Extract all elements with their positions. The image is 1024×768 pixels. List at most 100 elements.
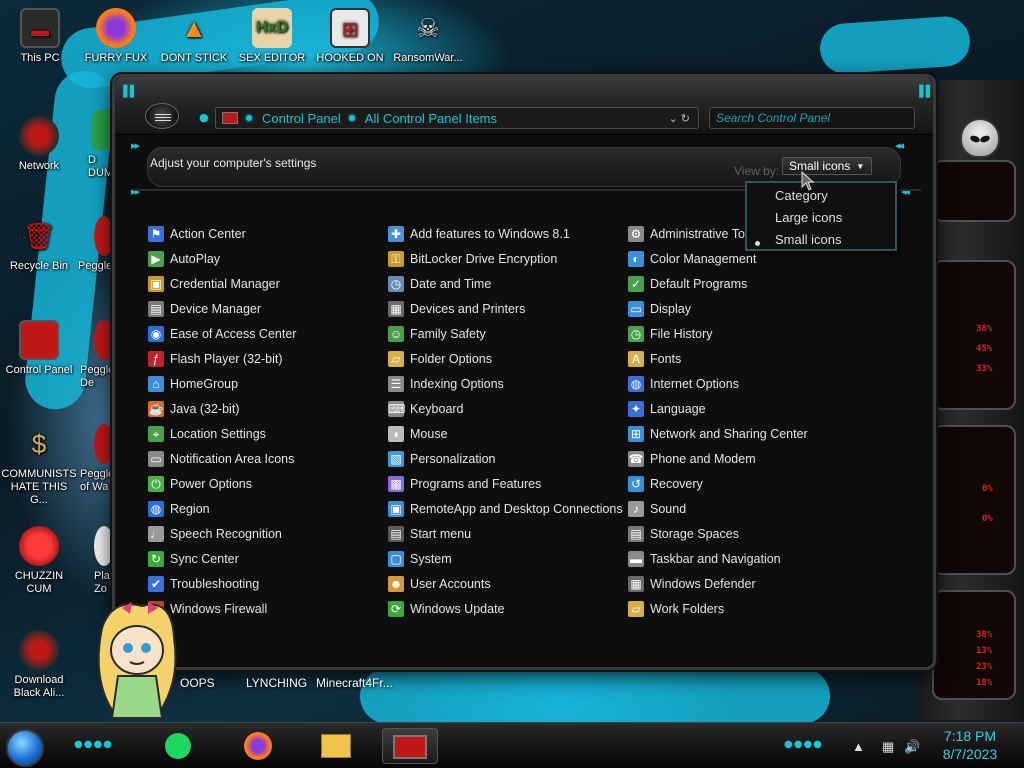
- show-hidden-icons-icon[interactable]: ▲: [852, 739, 865, 754]
- cp-item-sound[interactable]: ♪ Sound: [628, 499, 686, 519]
- breadcrumb-control-panel[interactable]: Control Panel: [262, 111, 341, 126]
- taskbar-app-firefox[interactable]: [238, 728, 278, 764]
- desktop-icon-download-black-alien[interactable]: Download Black Ali...: [1, 630, 77, 700]
- cp-item-recovery[interactable]: ↺ Recovery: [628, 474, 703, 494]
- desktop-icon-this-pc[interactable]: ▬ This PC: [2, 8, 78, 65]
- breadcrumb-all-items[interactable]: All Control Panel Items: [365, 111, 497, 126]
- desktop-icon-label[interactable]: LYNCHING: [246, 676, 307, 690]
- desktop-icon-hooked-on[interactable]: ⊞ HOOKED ON: [312, 8, 388, 65]
- start-button[interactable]: [6, 729, 44, 767]
- cp-item-default-programs[interactable]: ✓ Default Programs: [628, 274, 747, 294]
- cp-item-credential-manager[interactable]: ▣ Credential Manager: [148, 274, 280, 294]
- desktop-icon-furry-fux[interactable]: FURRY FUX: [78, 8, 154, 65]
- taskbar-clock[interactable]: 7:18 PM 8/7/2023: [930, 727, 1010, 763]
- cp-item-file-history[interactable]: ◷ File History: [628, 324, 713, 344]
- cp-item-taskbar-and-navigation[interactable]: ▬ Taskbar and Navigation: [628, 549, 781, 569]
- bitlocker-icon: ⚿: [388, 251, 404, 267]
- desktop-icon-dont-stick[interactable]: ▲ DONT STICK: [156, 8, 232, 65]
- cp-item-mouse[interactable]: ◖ Mouse: [388, 424, 448, 444]
- search-input[interactable]: [709, 107, 915, 129]
- cp-item-system[interactable]: ▢ System: [388, 549, 452, 569]
- taskbar-app-spotify[interactable]: [158, 728, 198, 764]
- cp-item-label: Notification Area Icons: [170, 452, 295, 466]
- window-titlebar[interactable]: ▐▐ ▐▐ ● Control Panel All Control Panel …: [115, 77, 933, 135]
- cp-item-work-folders[interactable]: ▱ Work Folders: [628, 599, 724, 619]
- cp-item-display[interactable]: ▭ Display: [628, 299, 691, 319]
- cp-item-user-accounts[interactable]: ☻ User Accounts: [388, 574, 491, 594]
- cp-item-action-center[interactable]: ⚑ Action Center: [148, 224, 246, 244]
- cp-item-indexing-options[interactable]: ☰ Indexing Options: [388, 374, 504, 394]
- cp-item-flash-player-32-bit[interactable]: ƒ Flash Player (32-bit): [148, 349, 283, 369]
- cp-item-start-menu[interactable]: ▤ Start menu: [388, 524, 471, 544]
- cp-item-phone-and-modem[interactable]: ☎ Phone and Modem: [628, 449, 756, 469]
- cp-item-homegroup[interactable]: ⌂ HomeGroup: [148, 374, 238, 394]
- view-by-dropdown[interactable]: Small icons ▼: [782, 157, 872, 175]
- cp-item-language[interactable]: ✦ Language: [628, 399, 706, 419]
- cp-item-label: Ease of Access Center: [170, 327, 297, 341]
- desktop-icon-network[interactable]: Network: [1, 116, 77, 173]
- cp-item-family-safety[interactable]: ☺ Family Safety: [388, 324, 486, 344]
- cp-item-region[interactable]: ◍ Region: [148, 499, 210, 519]
- admin-tools-icon: ⚙: [628, 226, 644, 242]
- cp-item-label: AutoPlay: [170, 252, 221, 266]
- cp-item-administrative-tools[interactable]: ⚙ Administrative Tools: [628, 224, 761, 244]
- cp-item-windows-update[interactable]: ⟳ Windows Update: [388, 599, 505, 619]
- cp-item-network-and-sharing-center[interactable]: ⊞ Network and Sharing Center: [628, 424, 808, 444]
- system-icon: ▢: [388, 551, 404, 567]
- address-bar[interactable]: Control Panel All Control Panel Items ⌄ …: [215, 107, 699, 129]
- desktop-icon-communists[interactable]: $ COMMUNISTS HATE THIS G...: [1, 424, 77, 507]
- skull-icon: ☠: [416, 13, 440, 43]
- cp-item-color-management[interactable]: ◐ Color Management: [628, 249, 756, 269]
- cp-item-autoplay[interactable]: ▶ AutoPlay: [148, 249, 220, 269]
- desktop-icon-control-panel[interactable]: Control Panel: [1, 320, 77, 377]
- desktop-icon-partial[interactable]: Peggle De: [80, 320, 114, 390]
- desktop-icon-partial[interactable]: Plar Zo: [82, 526, 114, 596]
- cp-item-sync-center[interactable]: ↻ Sync Center: [148, 549, 239, 569]
- desktop-icon-partial[interactable]: D DUM: [76, 110, 114, 180]
- cp-item-storage-spaces[interactable]: ▤ Storage Spaces: [628, 524, 739, 544]
- desktop-icon-label[interactable]: OOPS: [180, 676, 215, 690]
- cp-item-troubleshooting[interactable]: ✔ Troubleshooting: [148, 574, 259, 594]
- back-forward-button[interactable]: [145, 103, 179, 129]
- cp-item-power-options[interactable]: ⏻ Power Options: [148, 474, 252, 494]
- cp-item-notification-area-icons[interactable]: ▭ Notification Area Icons: [148, 449, 294, 469]
- gadget-readout: 13%: [976, 646, 993, 656]
- cp-item-add-features-to-windows-8-1[interactable]: ✚ Add features to Windows 8.1: [388, 224, 570, 244]
- peggle-icon: [94, 216, 114, 256]
- microphone-icon: ♩: [148, 526, 164, 542]
- cp-item-fonts[interactable]: A Fonts: [628, 349, 681, 369]
- cp-item-personalization[interactable]: ▧ Personalization: [388, 449, 495, 469]
- desktop-icon-partial[interactable]: Peggle of Wa: [80, 424, 114, 494]
- cp-item-keyboard[interactable]: ⌨ Keyboard: [388, 399, 464, 419]
- cp-item-remoteapp-and-desktop-connections[interactable]: ▣ RemoteApp and Desktop Connections: [388, 499, 623, 519]
- view-by-label: View by:: [734, 164, 780, 178]
- taskbar-app-control-panel[interactable]: [382, 728, 438, 764]
- menu-item-small-icons[interactable]: Small icons: [775, 232, 841, 247]
- cp-item-label: User Accounts: [410, 577, 491, 591]
- cp-item-date-and-time[interactable]: ◷ Date and Time: [388, 274, 491, 294]
- desktop-icon-partial[interactable]: Peggle: [78, 216, 114, 273]
- address-controls[interactable]: ⌄ ↻: [669, 112, 699, 125]
- menu-item-large-icons[interactable]: Large icons: [775, 210, 842, 225]
- cp-item-bitlocker-drive-encryption[interactable]: ⚿ BitLocker Drive Encryption: [388, 249, 557, 269]
- cp-item-label: Credential Manager: [170, 277, 280, 291]
- cp-item-internet-options[interactable]: ◍ Internet Options: [628, 374, 739, 394]
- volume-icon[interactable]: 🔊: [904, 739, 920, 755]
- control-panel-window[interactable]: ▐▐ ▐▐ ● Control Panel All Control Panel …: [112, 74, 936, 670]
- desktop-icon-recycle-bin[interactable]: 🗑 Recycle Bin: [1, 216, 77, 273]
- cp-item-ease-of-access-center[interactable]: ◉ Ease of Access Center: [148, 324, 296, 344]
- desktop-icon-sex-editor[interactable]: HxD SEX EDITOR: [234, 8, 310, 65]
- cp-item-java-32-bit[interactable]: ☕ Java (32-bit): [148, 399, 239, 419]
- cp-item-device-manager[interactable]: ▤ Device Manager: [148, 299, 261, 319]
- cp-item-windows-defender[interactable]: ▦ Windows Defender: [628, 574, 756, 594]
- cp-item-devices-and-printers[interactable]: ▦ Devices and Printers: [388, 299, 525, 319]
- network-tray-icon[interactable]: ▦: [882, 739, 894, 755]
- cp-item-location-settings[interactable]: ⌖ Location Settings: [148, 424, 266, 444]
- desktop-icon-label[interactable]: Minecraft4Fr...: [316, 676, 393, 690]
- cp-item-folder-options[interactable]: ▱ Folder Options: [388, 349, 492, 369]
- desktop-icon-chuzzin[interactable]: CHUZZIN CUM: [1, 526, 77, 596]
- desktop-icon-ransomware[interactable]: ☠ RansomWar...: [390, 8, 466, 65]
- taskbar-app-file-explorer[interactable]: [316, 728, 356, 764]
- cp-item-programs-and-features[interactable]: ▩ Programs and Features: [388, 474, 541, 494]
- cp-item-speech-recognition[interactable]: ♩ Speech Recognition: [148, 524, 282, 544]
